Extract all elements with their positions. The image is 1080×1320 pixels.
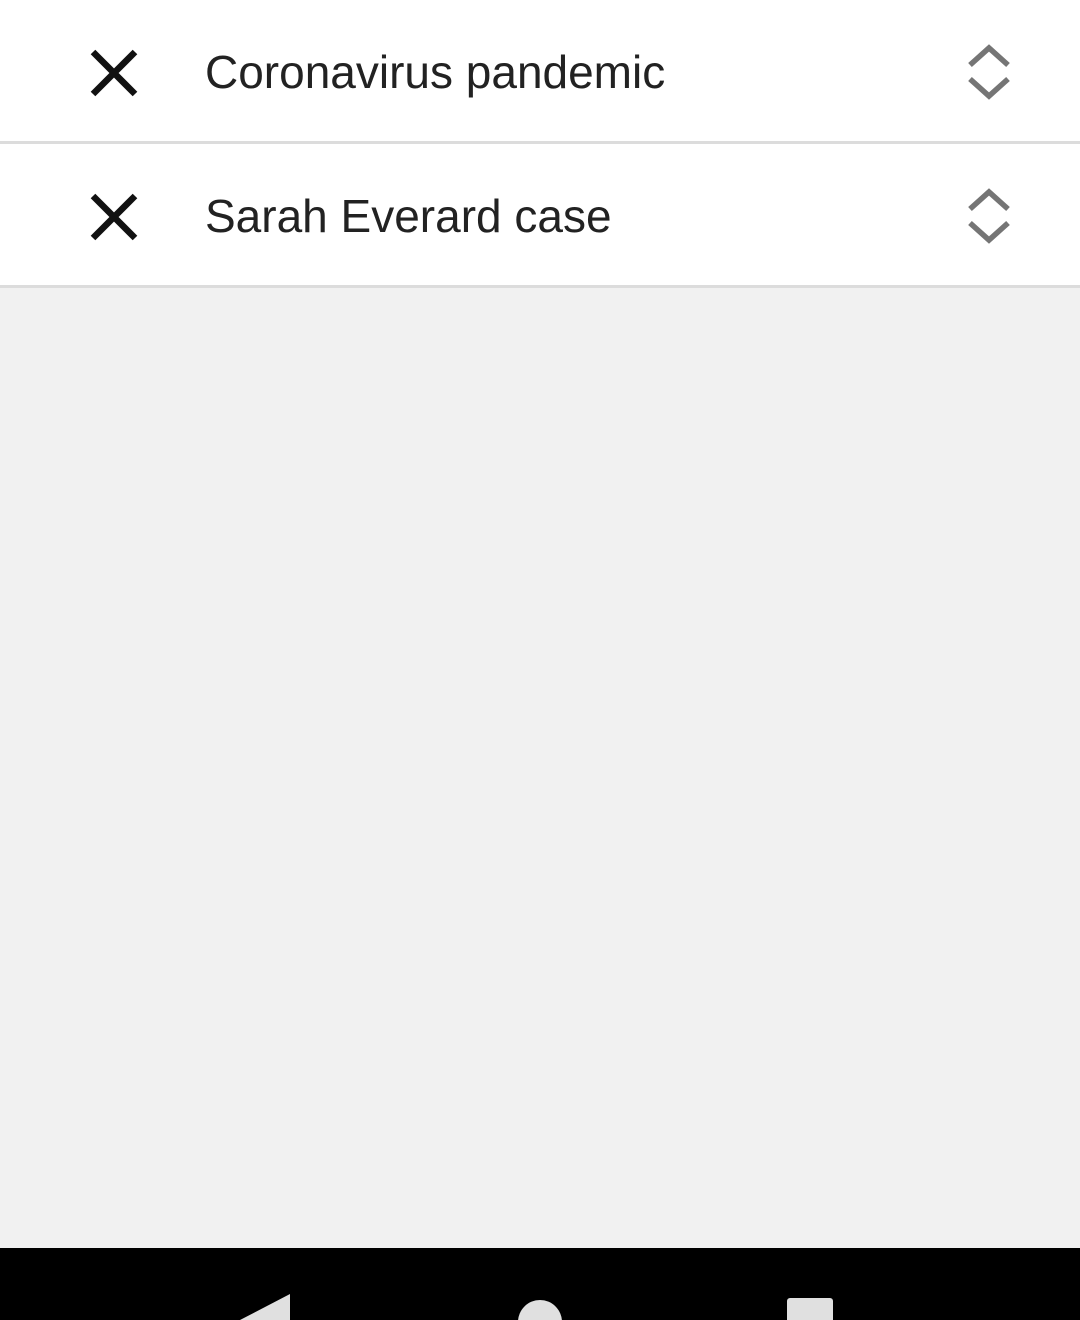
home-circle-icon [518,1300,562,1320]
drag-reorder-icon [968,188,1010,244]
remove-topic-button[interactable] [74,177,154,257]
list-item: Sarah Everard case [0,144,1080,288]
remove-topic-button[interactable] [74,33,154,113]
recents-square-icon [787,1298,833,1320]
reorder-handle[interactable] [950,180,1028,252]
back-triangle-icon [240,1294,290,1320]
topic-label: Sarah Everard case [205,190,612,242]
topic-list: Coronavirus pandemic Sarah Everard case [0,0,1080,288]
reorder-handle[interactable] [950,36,1028,108]
close-icon [90,49,138,97]
back-button[interactable] [208,1248,328,1320]
home-button[interactable] [480,1248,600,1320]
list-item: Coronavirus pandemic [0,0,1080,144]
close-icon [90,193,138,241]
system-navigation-bar [0,1248,1080,1320]
recents-button[interactable] [750,1248,870,1320]
topic-label: Coronavirus pandemic [205,46,666,98]
drag-reorder-icon [968,44,1010,100]
